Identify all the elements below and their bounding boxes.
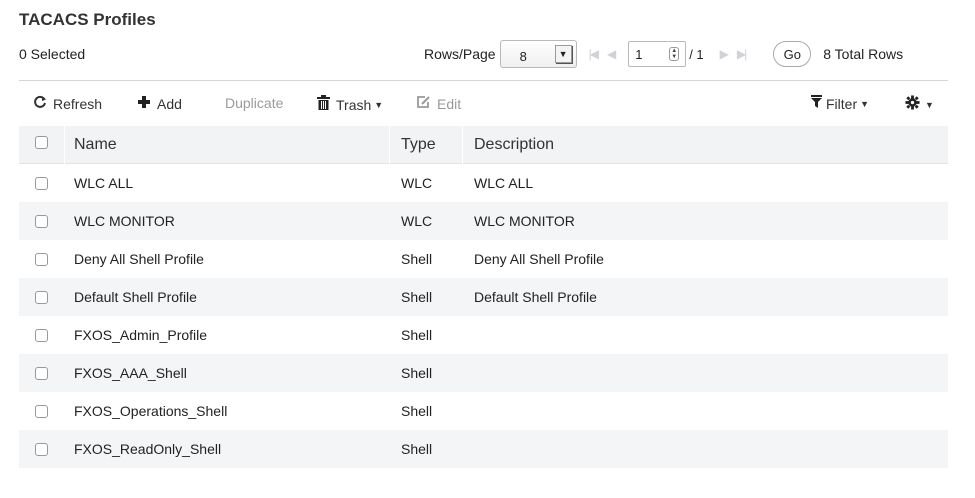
table-row[interactable]: Default Shell Profile Shell Default Shel… <box>19 278 948 316</box>
refresh-label: Refresh <box>53 96 103 112</box>
gear-icon <box>905 95 920 114</box>
column-divider <box>389 126 390 164</box>
profiles-table: Name Type Description WLC ALL WLC WLC AL… <box>19 126 948 468</box>
row-name[interactable]: WLC MONITOR <box>74 213 175 229</box>
plus-icon <box>137 95 151 113</box>
prev-page-icon[interactable]: ◀ <box>607 47 616 61</box>
column-header-name[interactable]: Name <box>74 136 117 154</box>
row-name[interactable]: Deny All Shell Profile <box>74 251 204 267</box>
stepper-icon[interactable]: ▲ ▼ <box>669 47 680 61</box>
row-name[interactable]: WLC ALL <box>74 175 133 191</box>
row-type: Shell <box>401 403 433 419</box>
trash-button[interactable]: Trash ▼ <box>317 95 383 114</box>
row-checkbox[interactable] <box>35 290 48 304</box>
table-row[interactable]: WLC MONITOR WLC WLC MONITOR <box>19 202 948 240</box>
rows-per-page-value: 8 <box>519 48 527 64</box>
next-page-icon[interactable]: ▶ <box>720 47 729 61</box>
row-checkbox[interactable] <box>35 404 48 418</box>
add-button[interactable]: Add <box>137 95 182 113</box>
page-total: / 1 <box>689 46 704 62</box>
table-row[interactable]: FXOS_Operations_Shell Shell <box>19 392 948 430</box>
page-number-input[interactable]: 1 ▲ ▼ <box>628 41 687 67</box>
row-name[interactable]: FXOS_Admin_Profile <box>74 327 207 343</box>
duplicate-button[interactable]: Duplicate <box>225 95 283 111</box>
row-checkbox[interactable] <box>35 252 48 266</box>
trash-label: Trash <box>336 96 372 113</box>
row-type: Shell <box>401 289 433 305</box>
edit-label: Edit <box>437 96 462 112</box>
duplicate-label: Duplicate <box>225 95 284 111</box>
row-type: WLC <box>401 213 433 229</box>
table-row[interactable]: FXOS_Admin_Profile Shell <box>19 316 948 354</box>
refresh-button[interactable]: Refresh <box>33 95 102 113</box>
page-title: TACACS Profiles <box>19 10 156 29</box>
row-description: Deny All Shell Profile <box>474 251 604 267</box>
row-type: WLC <box>401 175 433 191</box>
filter-label: Filter <box>826 95 858 112</box>
row-description: WLC ALL <box>474 175 534 191</box>
row-name[interactable]: FXOS_ReadOnly_Shell <box>74 441 221 457</box>
total-rows: 8 Total Rows <box>823 46 904 62</box>
last-page-icon[interactable]: ▶| <box>737 47 747 61</box>
row-name[interactable]: FXOS_AAA_Shell <box>74 365 187 381</box>
row-checkbox[interactable] <box>35 328 48 342</box>
table-row[interactable]: FXOS_AAA_Shell Shell <box>19 354 948 392</box>
column-divider <box>462 126 463 164</box>
table-header: Name Type Description <box>19 126 948 164</box>
column-divider <box>64 126 65 164</box>
table-row[interactable]: Deny All Shell Profile Shell Deny All Sh… <box>19 240 948 278</box>
add-label: Add <box>157 96 182 112</box>
row-description: Default Shell Profile <box>474 289 597 305</box>
row-type: Shell <box>401 327 433 343</box>
row-name[interactable]: FXOS_Operations_Shell <box>74 403 227 419</box>
table-row[interactable]: WLC ALL WLC WLC ALL <box>19 164 948 202</box>
trash-icon <box>317 95 330 114</box>
row-checkbox[interactable] <box>35 176 48 190</box>
row-checkbox[interactable] <box>35 214 48 228</box>
caret-down-icon: ▼ <box>925 99 934 110</box>
column-header-type[interactable]: Type <box>401 136 436 154</box>
column-header-description[interactable]: Description <box>474 136 554 154</box>
chevron-down-icon: ▼ <box>554 45 572 63</box>
selected-count: 0 Selected <box>19 46 86 62</box>
rows-per-page-label: Rows/Page <box>424 46 496 62</box>
row-checkbox[interactable] <box>35 442 48 456</box>
row-type: Shell <box>401 365 433 381</box>
caret-down-icon: ▼ <box>860 98 870 109</box>
rows-per-page-select[interactable]: 8 ▼ <box>499 40 577 68</box>
row-type: Shell <box>401 441 433 457</box>
row-checkbox[interactable] <box>35 366 48 380</box>
table-row[interactable]: FXOS_ReadOnly_Shell Shell <box>19 430 948 468</box>
filter-button[interactable]: Filter ▼ <box>811 95 869 112</box>
select-all-checkbox[interactable] <box>35 136 48 149</box>
go-button[interactable]: Go <box>773 41 812 67</box>
first-page-icon[interactable]: |◀ <box>589 47 599 61</box>
row-type: Shell <box>401 251 433 267</box>
row-description: WLC MONITOR <box>474 213 575 229</box>
toolbar: Refresh Add Duplicate Trash ▼ Edit Filte… <box>19 80 948 126</box>
refresh-icon <box>33 95 47 113</box>
edit-button[interactable]: Edit <box>416 95 461 113</box>
filter-icon <box>811 95 822 112</box>
settings-button[interactable]: ▼ <box>905 95 934 114</box>
page-number-value: 1 <box>635 46 643 62</box>
pagination: Rows/Page 8 ▼ |◀ ◀ 1 ▲ ▼ / 1 ▶ ▶| Go 8 To… <box>424 38 903 70</box>
row-name[interactable]: Default Shell Profile <box>74 289 197 305</box>
edit-icon <box>416 95 431 113</box>
caret-down-icon: ▼ <box>374 99 384 110</box>
